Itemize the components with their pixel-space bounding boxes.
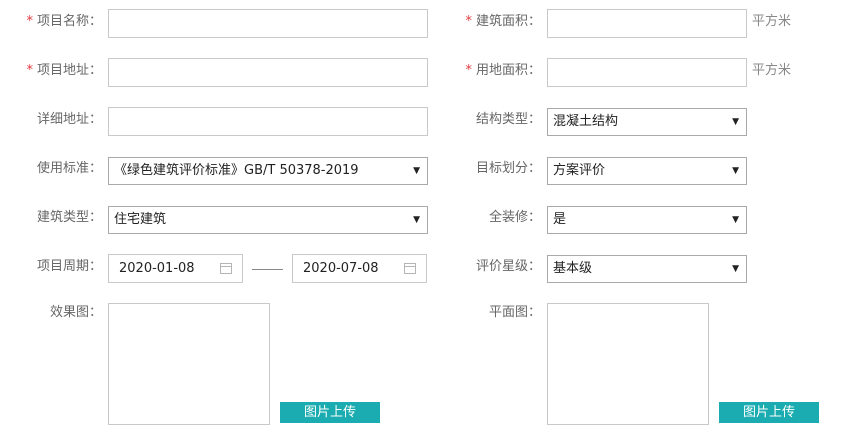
effect-image-preview [108, 303, 270, 425]
land-area-label-text: 用地面积： [475, 63, 541, 78]
project-address-label: * 项目地址： [20, 61, 102, 81]
effect-image-upload-button[interactable]: 图片上传 [280, 402, 380, 423]
standard-label: 使用标准： [36, 161, 102, 176]
standard-select[interactable]: 《绿色建筑评价标准》GB/T 50378-2019 ▼ [108, 157, 428, 185]
full-decoration-select[interactable]: 是 ▼ [547, 206, 747, 234]
rating-level-select[interactable]: 基本级 ▼ [547, 255, 747, 283]
project-address-input[interactable] [108, 58, 428, 87]
period-separator [252, 269, 283, 270]
required-mark: * [465, 63, 472, 78]
calendar-icon[interactable] [220, 263, 232, 274]
required-mark: * [26, 63, 33, 78]
land-area-unit: 平方米 [752, 63, 792, 78]
building-area-label-text: 建筑面积： [475, 14, 541, 29]
land-area-label: * 用地面积： [455, 61, 541, 81]
project-name-label-text: 项目名称： [36, 14, 102, 29]
plan-image-preview [547, 303, 709, 425]
chevron-down-icon: ▼ [732, 264, 739, 274]
chevron-down-icon: ▼ [732, 117, 739, 127]
structure-type-label: 结构类型： [475, 112, 541, 127]
standard-value: 《绿色建筑评价标准》GB/T 50378-2019 [114, 163, 359, 178]
detail-address-label: 详细地址： [36, 112, 102, 127]
project-address-label-text: 项目地址： [36, 63, 102, 78]
building-area-label: * 建筑面积： [455, 12, 541, 32]
building-type-label: 建筑类型： [36, 210, 102, 225]
structure-type-select[interactable]: 混凝土结构 ▼ [547, 108, 747, 136]
project-name-label: * 项目名称： [20, 12, 102, 32]
rating-level-label: 评价星级： [475, 259, 541, 274]
period-end-date-input[interactable]: 2020-07-08 [292, 254, 427, 283]
chevron-down-icon: ▼ [732, 166, 739, 176]
building-area-unit: 平方米 [752, 14, 792, 29]
effect-image-label: 效果图： [49, 305, 102, 320]
chevron-down-icon: ▼ [413, 215, 420, 225]
required-mark: * [26, 14, 33, 29]
period-end-value: 2020-07-08 [303, 261, 379, 276]
land-area-input[interactable] [547, 58, 747, 87]
building-type-select[interactable]: 住宅建筑 ▼ [108, 206, 428, 234]
chevron-down-icon: ▼ [413, 166, 420, 176]
full-decoration-label: 全装修： [488, 210, 541, 225]
project-period-label: 项目周期： [36, 259, 102, 274]
project-name-input[interactable] [108, 9, 428, 38]
building-area-input[interactable] [547, 9, 747, 38]
period-start-date-input[interactable]: 2020-01-08 [108, 254, 243, 283]
required-mark: * [465, 14, 472, 29]
period-start-value: 2020-01-08 [119, 261, 195, 276]
chevron-down-icon: ▼ [732, 215, 739, 225]
rating-level-value: 基本级 [553, 261, 593, 276]
target-select[interactable]: 方案评价 ▼ [547, 157, 747, 185]
target-value: 方案评价 [553, 163, 606, 178]
calendar-icon[interactable] [404, 263, 416, 274]
plan-image-upload-button[interactable]: 图片上传 [719, 402, 819, 423]
full-decoration-value: 是 [553, 212, 567, 227]
structure-type-value: 混凝土结构 [553, 114, 619, 129]
plan-image-label: 平面图： [488, 305, 541, 320]
detail-address-input[interactable] [108, 107, 428, 136]
target-label: 目标划分： [475, 161, 541, 176]
building-type-value: 住宅建筑 [114, 212, 167, 227]
